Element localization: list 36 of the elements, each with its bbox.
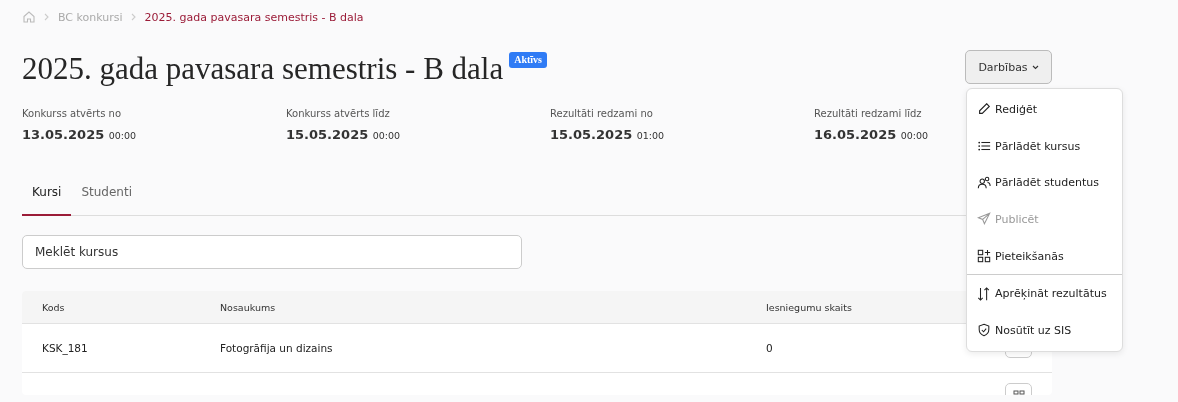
date-value: 15.05.2025 00:00 xyxy=(286,127,402,142)
column-header: Nosaukums xyxy=(220,301,277,313)
menu-item[interactable]: Nosūtīt uz SIS xyxy=(967,312,1122,349)
date-value: 13.05.2025 00:00 xyxy=(22,127,138,142)
actions-button[interactable]: Darbības xyxy=(965,50,1052,84)
menu-item[interactable]: Pārlādēt studentus xyxy=(967,164,1122,202)
date-label: Rezultāti redzami līdz xyxy=(814,108,922,119)
column-header: Kods xyxy=(42,301,66,313)
column-header: Iesniegumu skaits xyxy=(766,301,853,313)
status-badge: Aktīvs xyxy=(509,52,547,68)
menu-item[interactable]: Pieteikšanās xyxy=(967,237,1122,275)
table-cell-text: Fotogrāfija un dizains xyxy=(220,342,334,354)
menu-item[interactable]: Pārlādēt kursus xyxy=(967,127,1122,165)
grid-plus-icon xyxy=(977,249,991,264)
chevron-right-icon xyxy=(44,13,50,21)
breadcrumb-current: 2025. gada pavasara semestris - B dala xyxy=(144,10,364,24)
table-cell-text: KSK_181 xyxy=(42,342,89,354)
date-value: 15.05.2025 01:00 xyxy=(550,127,666,142)
tab[interactable]: Kursi xyxy=(22,173,72,216)
page-title: 2025. gada pavasara semestris - B dala xyxy=(22,50,504,88)
paper-plane-icon xyxy=(977,212,991,227)
tab[interactable]: Studenti xyxy=(71,173,142,216)
table-cell-text: 0 xyxy=(766,342,774,354)
pencil-icon xyxy=(977,102,991,117)
shield-check-icon xyxy=(977,323,991,338)
date-label: Konkurss atvērts no xyxy=(22,108,122,119)
date-label: Rezultāti redzami no xyxy=(550,108,653,119)
sort-arrows-icon xyxy=(977,286,991,301)
chevron-down-icon xyxy=(1031,64,1039,70)
chevron-right-icon xyxy=(130,13,137,21)
date-label: Konkurss atvērts līdz xyxy=(286,108,390,119)
search-field[interactable]: Meklēt kursus xyxy=(22,235,522,269)
users-icon xyxy=(977,175,991,190)
date-value: 16.05.2025 00:00 xyxy=(814,127,930,142)
menu-item[interactable]: Rediģēt xyxy=(967,91,1122,128)
menu-item[interactable]: Aprēķināt rezultātus xyxy=(967,275,1122,313)
